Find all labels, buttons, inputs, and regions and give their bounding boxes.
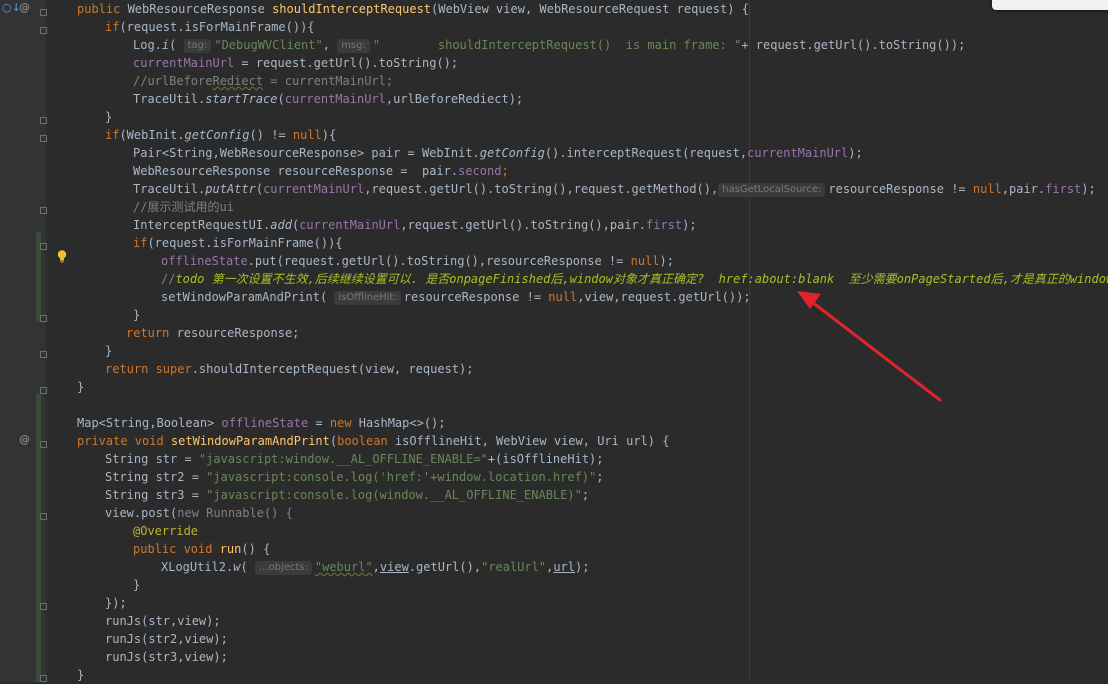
code-line: } xyxy=(133,308,141,322)
code-line: XLogUtil2.w( ...objects: "weburl",view.ge… xyxy=(161,560,590,575)
code-line: setWindowParamAndPrint( isOfflineHit: res… xyxy=(161,290,751,305)
code-line: return super.shouldInterceptRequest(view… xyxy=(105,362,474,376)
fold-marker[interactable] xyxy=(40,117,47,124)
code-line: WebResourceResponse resourceResponse = p… xyxy=(133,164,509,178)
code-line: @Override xyxy=(133,524,199,538)
code-comment: //urlBeforeRediect = currentMainUrl; xyxy=(133,74,394,88)
notification-popup[interactable] xyxy=(992,0,1108,10)
parameter-hint: msg: xyxy=(337,39,370,53)
fold-marker[interactable] xyxy=(40,513,47,520)
code-line: TraceUtil.putAttr(currentMainUrl,request… xyxy=(133,182,1096,197)
fold-marker[interactable] xyxy=(40,675,47,682)
annotation-gutter-icon[interactable]: @ xyxy=(19,1,30,14)
code-line: if(WebInit.getConfig() != null){ xyxy=(105,128,337,142)
code-line: public WebResourceResponse shouldInterce… xyxy=(77,2,749,16)
code-line: if(request.isForMainFrame()){ xyxy=(105,20,315,34)
code-line: offlineState.put(request.getUrl().toStri… xyxy=(161,254,674,268)
code-line: view.post(new Runnable() { xyxy=(105,506,293,520)
vcs-change-marker[interactable] xyxy=(36,394,41,682)
code-line: } xyxy=(77,380,85,394)
fold-marker[interactable] xyxy=(40,9,47,16)
code-line: runJs(str2,view); xyxy=(105,632,228,646)
code-line: } xyxy=(105,110,113,124)
code-line: InterceptRequestUI.add(currentMainUrl,re… xyxy=(133,218,697,232)
code-line: } xyxy=(105,344,113,358)
code-comment: //展示测试用的ui xyxy=(133,200,234,214)
code-line: runJs(str3,view); xyxy=(105,650,228,664)
code-line: } xyxy=(133,578,141,592)
code-line: Pair<String,WebResourceResponse> pair = … xyxy=(133,146,863,160)
code-line: Log.i( tag: "DebugWVClient", msg: " should… xyxy=(133,38,966,53)
fold-marker[interactable] xyxy=(40,207,47,214)
code-line: }); xyxy=(105,596,127,610)
override-gutter-icon[interactable]: ○↓ xyxy=(2,1,21,14)
right-margin-guide xyxy=(749,0,750,682)
parameter-hint: tag: xyxy=(183,39,212,53)
fold-marker[interactable] xyxy=(40,441,47,448)
fold-marker[interactable] xyxy=(40,135,47,142)
fold-marker[interactable] xyxy=(40,351,47,358)
code-line: private void setWindowParamAndPrint(bool… xyxy=(77,434,670,448)
parameter-hint: isOfflineHit: xyxy=(334,291,401,305)
code-line: runJs(str,view); xyxy=(105,614,221,628)
parameter-hint: ...objects: xyxy=(254,561,312,575)
lightbulb-icon[interactable] xyxy=(57,250,67,263)
fold-marker[interactable] xyxy=(40,27,47,34)
code-line: String str3 = "javascript:console.log(wi… xyxy=(105,488,590,502)
fold-marker[interactable] xyxy=(40,387,47,394)
code-line: } xyxy=(77,668,85,682)
code-line: public void run() { xyxy=(133,542,271,556)
fold-marker[interactable] xyxy=(40,603,47,610)
code-line: String str2 = "javascript:console.log('h… xyxy=(105,470,604,484)
code-line: String str = "javascript:window.__AL_OFF… xyxy=(105,452,604,466)
annotation-gutter-icon[interactable]: @ xyxy=(19,433,30,446)
parameter-hint: hasGetLocalSource: xyxy=(718,183,826,197)
todo-comment: //todo 第一次设置不生效,后续继续设置可以. 是否onpageFinish… xyxy=(161,272,1108,286)
code-line: TraceUtil.startTrace(currentMainUrl,urlB… xyxy=(133,92,524,106)
fold-marker[interactable] xyxy=(40,315,47,322)
fold-marker[interactable] xyxy=(40,243,47,250)
code-line: if(request.isForMainFrame()){ xyxy=(133,236,343,250)
code-line: currentMainUrl = request.getUrl().toStri… xyxy=(133,56,459,70)
code-line: Map<String,Boolean> offlineState = new H… xyxy=(77,416,446,430)
code-line: return resourceResponse; xyxy=(126,326,300,340)
